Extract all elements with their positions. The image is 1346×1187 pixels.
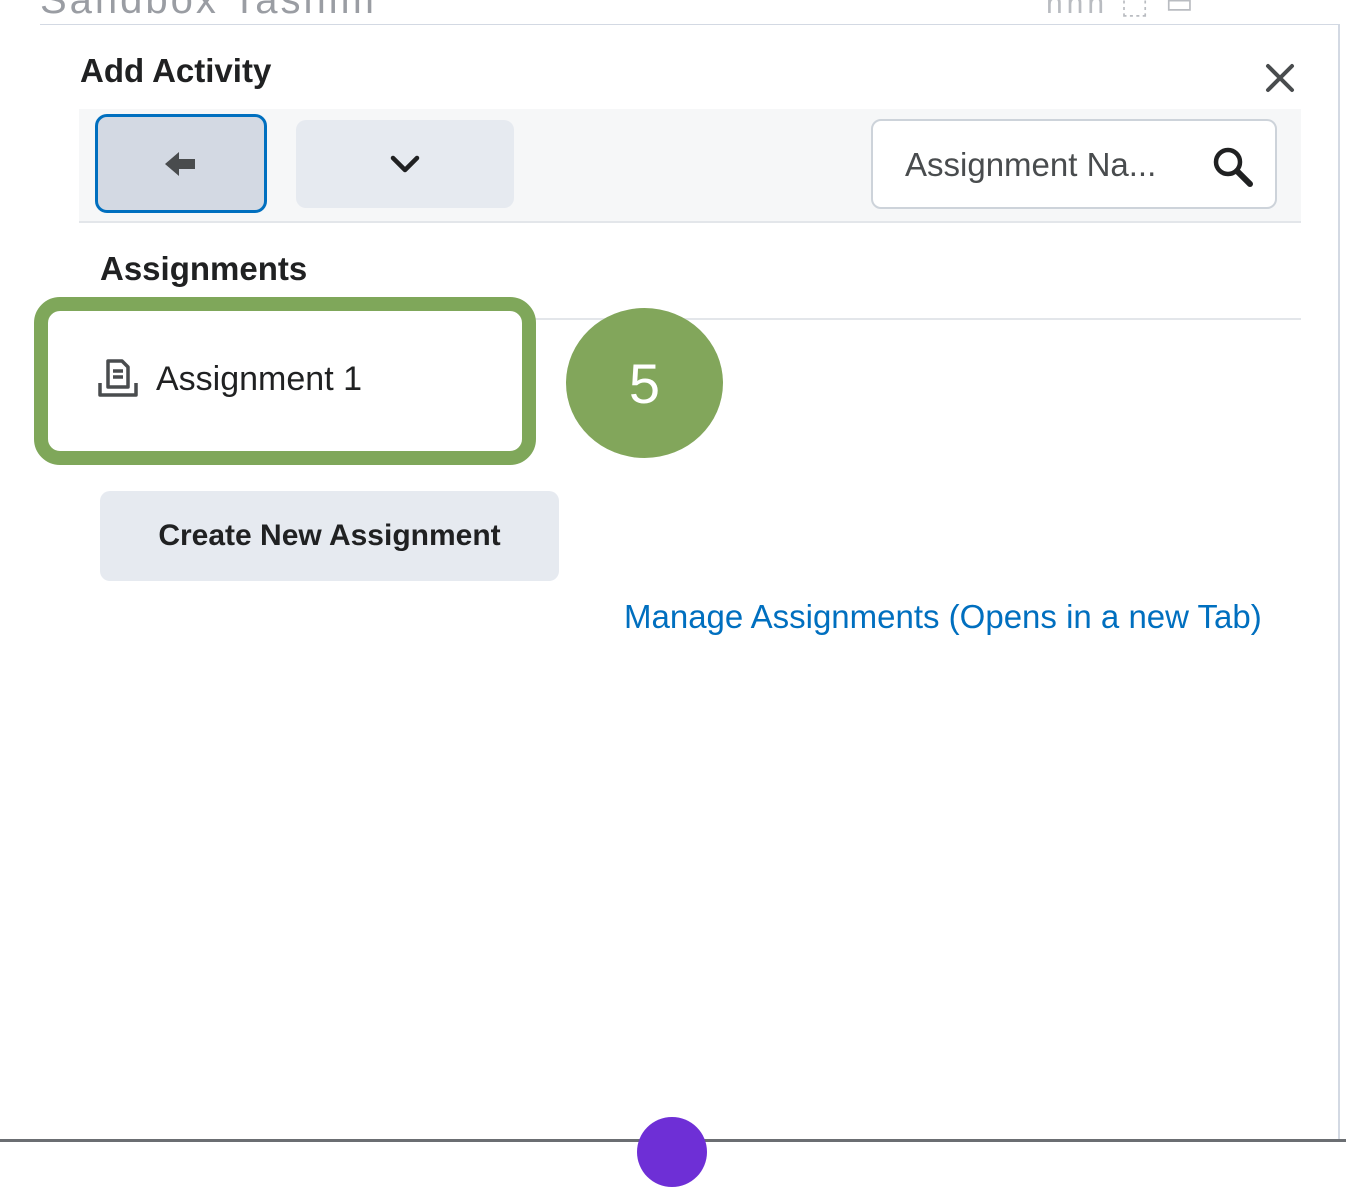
background-course-title: Sandbox Tasnim (40, 0, 377, 22)
manage-assignments-link[interactable]: Manage Assignments (Opens in a new Tab) (624, 598, 1262, 636)
background-right-text: nnn ⬚ ▭ (1046, 0, 1198, 20)
background-page-strip: Sandbox Tasnim nnn ⬚ ▭ (0, 0, 1346, 26)
search-input[interactable] (903, 139, 1207, 191)
back-button[interactable] (95, 114, 267, 213)
activity-type-dropdown[interactable] (296, 120, 514, 208)
create-new-assignment-button[interactable]: Create New Assignment (100, 491, 559, 581)
floating-action-dot[interactable] (637, 1117, 707, 1187)
step-number-badge: 5 (566, 308, 723, 458)
list-item-assignment-1[interactable]: Assignment 1 (96, 344, 476, 414)
chevron-down-icon (390, 155, 420, 173)
close-icon (1266, 64, 1294, 92)
assignments-heading: Assignments (100, 250, 308, 287)
search-icon[interactable] (1211, 145, 1255, 189)
assignment-label: Assignment 1 (156, 359, 362, 398)
close-button[interactable] (1258, 56, 1302, 100)
assignment-search (871, 119, 1277, 209)
assignment-icon (98, 359, 138, 397)
arrow-left-icon (165, 151, 195, 176)
dialog-title: Add Activity (80, 52, 272, 89)
